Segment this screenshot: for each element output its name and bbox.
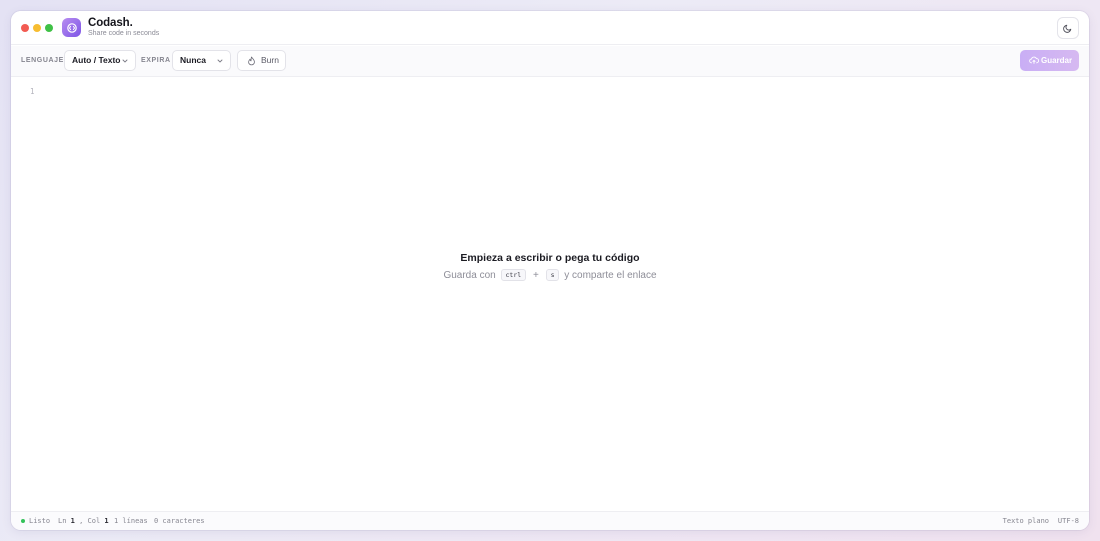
minimize-window-button[interactable] (33, 24, 41, 32)
language-select-value: Auto / Texto (72, 55, 121, 65)
kbd-s: s (545, 269, 560, 281)
maximize-window-button[interactable] (45, 24, 53, 32)
ln-label: Ln (58, 517, 67, 525)
line-count: 1 líneas (114, 517, 148, 525)
expire-label: EXPIRA (141, 57, 171, 64)
flame-icon (248, 56, 255, 66)
encoding[interactable]: UTF-8 (1058, 517, 1079, 525)
chevron-down-icon (122, 59, 128, 63)
theme-toggle-button[interactable] (1057, 17, 1079, 39)
kbd-plus: + (532, 270, 539, 281)
empty-state-title: Empieza a escribir o pega tu código (460, 252, 640, 264)
burn-button[interactable]: Burn (237, 50, 286, 71)
cursor-position: Ln 1 , Col 1 (58, 517, 109, 525)
moon-icon (1063, 24, 1072, 33)
logo-icon (62, 18, 81, 37)
language-select[interactable]: Auto / Texto (64, 50, 136, 71)
language-mode[interactable]: Texto plano (1003, 517, 1049, 525)
title-bar: Codash. Share code in seconds (11, 11, 1089, 45)
ln-value: 1 (70, 517, 75, 525)
empty-hint-prefix: Guarda con (443, 270, 496, 281)
col-label: Col (87, 517, 101, 525)
app-name: Codash. (88, 17, 133, 29)
close-window-button[interactable] (21, 24, 29, 32)
language-label: LENGUAJE (21, 57, 64, 64)
cloud-upload-icon (1029, 56, 1039, 64)
code-editor[interactable]: 1 Empieza a escribir o pega tu código Gu… (11, 77, 1089, 511)
col-value: 1 (104, 517, 109, 525)
empty-hint-suffix: y comparte el enlace (564, 270, 657, 281)
cursor-separator: , (79, 517, 84, 525)
expire-select-value: Nunca (180, 55, 206, 65)
kbd-ctrl: ctrl (500, 269, 527, 281)
status-bar: Listo Ln 1 , Col 1 1 líneas 0 caracteres… (11, 511, 1089, 530)
status-indicator-dot (21, 519, 25, 523)
toolbar: LENGUAJE Auto / Texto EXPIRA Nunca Burn (11, 46, 1089, 77)
line-number: 1 (30, 87, 35, 96)
status-state: Listo (29, 517, 51, 525)
burn-button-label: Burn (261, 55, 279, 65)
chevron-down-icon (217, 59, 223, 63)
expire-select[interactable]: Nunca (172, 50, 231, 71)
char-count: 0 caracteres (154, 517, 205, 525)
save-button-label: Guardar (1041, 56, 1073, 65)
app-tagline: Share code in seconds (88, 30, 160, 37)
empty-state-hint: Guarda con ctrl + s y comparte el enlace (11, 269, 1089, 281)
app-window: Codash. Share code in seconds LENGUAJE A… (11, 11, 1089, 530)
save-button[interactable]: Guardar (1020, 50, 1079, 71)
